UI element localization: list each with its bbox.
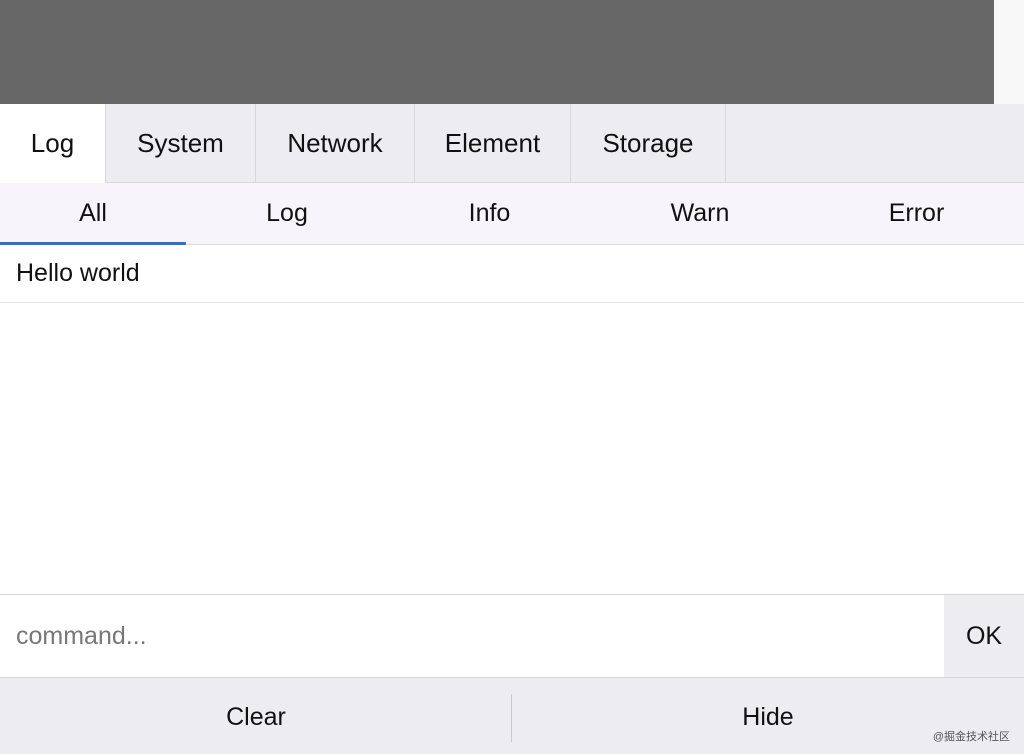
- command-input[interactable]: [0, 595, 944, 677]
- page-scrollbar[interactable]: [994, 0, 1024, 104]
- panel-tab-bar: Log System Network Element Storage: [0, 104, 1024, 183]
- filter-info[interactable]: Info: [388, 183, 591, 244]
- filter-all[interactable]: All: [0, 183, 186, 244]
- clear-button[interactable]: Clear: [0, 678, 512, 755]
- footer-bar: Clear Hide @掘金技术社区: [0, 677, 1024, 754]
- filter-log[interactable]: Log: [186, 183, 388, 244]
- filter-error[interactable]: Error: [809, 183, 1024, 244]
- tab-network[interactable]: Network: [256, 104, 415, 183]
- filter-warn[interactable]: Warn: [591, 183, 809, 244]
- log-entry: Hello world: [0, 245, 1024, 303]
- tab-element[interactable]: Element: [415, 104, 571, 183]
- ok-button[interactable]: OK: [944, 595, 1024, 677]
- tab-system[interactable]: System: [106, 104, 256, 183]
- watermark: @掘金技术社区: [932, 731, 1010, 743]
- page-overlay-mask[interactable]: [0, 0, 1024, 104]
- tab-storage[interactable]: Storage: [571, 104, 726, 183]
- tab-log[interactable]: Log: [0, 104, 106, 183]
- command-bar: OK: [0, 594, 1024, 677]
- log-filter-bar: All Log Info Warn Error: [0, 183, 1024, 245]
